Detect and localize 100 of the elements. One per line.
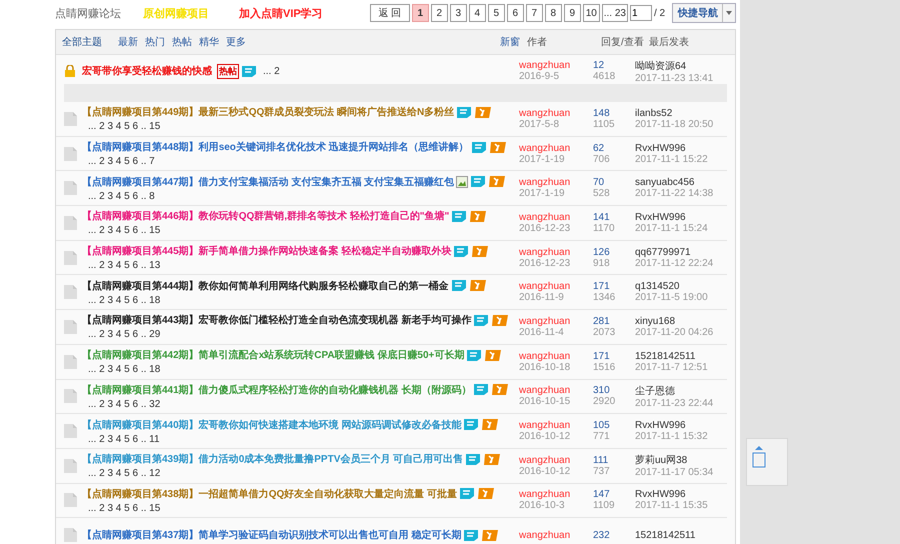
page-input[interactable]: 1 — [630, 5, 652, 21]
page-button[interactable]: 3 — [450, 4, 467, 22]
page-links[interactable]: ... 2 3 4 5 6 .. 18 — [88, 364, 519, 376]
page-button[interactable]: 7 — [526, 4, 543, 22]
page-links[interactable]: ... 2 3 4 5 6 .. 15 — [88, 502, 519, 514]
thread-title[interactable]: 【点睛网赚项目第438期】一招超简单借力QQ好友全自动化获取大量定向流量 可批量 — [82, 486, 458, 501]
author-link[interactable]: wangzhuan — [519, 246, 593, 258]
page-button[interactable]: 6 — [506, 4, 524, 22]
thread-title[interactable]: 【点睛网赚项目第439期】借力活动0成本免费批量撸PPTV会员三个月 可自己用可出售 — [82, 452, 464, 466]
thread-title[interactable]: 【点睛网赚项目第437期】简单学习验证码自动识别技术可以出售也可自用 稳定可长期 — [82, 528, 462, 542]
view-count: 528 — [593, 188, 611, 200]
author-link[interactable]: wangzhuan — [519, 350, 593, 362]
author-link[interactable]: wangzhuan — [519, 60, 593, 71]
filter-tab[interactable]: 最新 — [118, 35, 138, 49]
author-link[interactable]: wangzhuan — [519, 454, 593, 466]
view-count: 1346 — [593, 292, 616, 304]
page-links[interactable]: ... 2 3 4 5 6 .. 11 — [88, 434, 519, 445]
last-poster[interactable]: sanyuabc456 — [635, 177, 727, 188]
thread-title[interactable]: 【点睛网赚项目第447期】借力支付宝集福活动 支付宝集齐五福 支付宝集五福赚红包 — [82, 174, 454, 189]
page-button[interactable]: 10 — [582, 4, 600, 22]
thread-title[interactable]: 【点睛网赚项目第446期】教你玩转QQ群营销,群排名等技术 轻松打造自己的"鱼塘" — [82, 209, 450, 224]
last-poster[interactable]: qq67799971 — [635, 246, 727, 258]
new-window-toggle[interactable]: 新窗 — [500, 35, 527, 49]
page-button[interactable]: 1 — [412, 4, 429, 22]
page-button[interactable]: ... 23 — [602, 4, 628, 22]
thread-title[interactable]: 【点睛网赚项目第445期】新手简单借力操作网站快速备案 轻松稳定半自动赚取外块 — [82, 244, 452, 258]
author-link[interactable]: wangzhuan — [519, 212, 593, 223]
last-poster[interactable]: RvxHW996 — [635, 212, 727, 223]
last-poster[interactable]: ilanbs52 — [635, 108, 727, 119]
page-links[interactable]: ... 2 3 4 5 6 .. 32 — [88, 398, 519, 410]
author-link[interactable]: wangzhuan — [519, 281, 593, 292]
thread-title[interactable]: 【点睛网赚项目第441期】借力傻瓜式程序轻松打造你的自动化赚钱机器 长期（附源码） — [82, 382, 472, 397]
reply-count: 62 — [593, 142, 606, 154]
page-links[interactable]: ... 2 3 4 5 6 .. 13 — [88, 260, 519, 272]
author-link[interactable]: wangzhuan — [519, 420, 593, 432]
view-count: 706 — [593, 154, 611, 165]
page-button[interactable]: 2 — [430, 4, 448, 22]
view-count: 1105 — [593, 118, 616, 130]
thread-title[interactable]: 【点睛网赚项目第448期】利用seo关键词排名优化技术 迅速提升网站排名（思维讲解） — [82, 140, 469, 154]
page-links[interactable]: ... 2 3 4 5 6 .. 7 — [88, 156, 519, 168]
column-header: 回复/查看 — [601, 36, 645, 49]
post-date: 2016-10-12 — [519, 466, 572, 477]
page-links[interactable]: ... 2 — [263, 66, 280, 76]
page-button[interactable]: 5 — [488, 4, 505, 22]
author-link[interactable]: wangzhuan — [519, 108, 593, 119]
page-links[interactable]: ... 2 3 4 5 6 .. 15 — [88, 121, 519, 132]
top-link[interactable]: 加入点睛VIP学习 — [239, 6, 323, 20]
thread-title[interactable]: 宏哥带你享受轻松赚钱的快感 — [82, 64, 212, 78]
filter-tab[interactable]: 热门 — [145, 35, 165, 49]
reply-count: 141 — [593, 212, 611, 223]
page-links[interactable]: ... 2 3 4 5 6 .. 12 — [88, 468, 519, 480]
author-link[interactable]: wangzhuan — [519, 316, 593, 327]
last-poster[interactable]: 尘子恩德 — [635, 384, 727, 398]
last-poster[interactable]: RvxHW996 — [635, 489, 727, 500]
thread-title[interactable]: 【点睛网赚项目第449期】最新三秒式QQ群成员裂变玩法 瞬间将广告推送给N多粉丝 — [82, 105, 454, 120]
last-poster[interactable]: 呦呦资源64 — [635, 58, 727, 72]
author-link[interactable]: wangzhuan — [519, 530, 593, 541]
hot-badge-icon — [484, 348, 502, 362]
thread-title[interactable]: 【点睛网赚项目第444期】教你如何简单利用网络代购服务轻松赚取自己的第一桶金 — [82, 278, 449, 293]
last-poster[interactable]: xinyu168 — [635, 316, 727, 327]
thread-icon — [64, 181, 76, 196]
page-links[interactable]: ... 2 3 4 5 6 .. 15 — [88, 225, 519, 236]
author-link[interactable]: wangzhuan — [519, 177, 593, 188]
page-button[interactable]: 4 — [468, 4, 486, 22]
last-poster[interactable]: 萝莉uu网38 — [635, 453, 727, 468]
filter-tab[interactable]: 全部主题 — [62, 35, 102, 49]
top-link[interactable]: 点睛网赚论坛 — [55, 6, 121, 20]
thread-title[interactable]: 【点睛网赚项目第442期】简单引流配合x站系统玩转CPA联盟赚钱 保底日赚50+可长期 — [82, 348, 464, 362]
page-links[interactable]: ... 2 3 4 5 6 .. 29 — [88, 329, 519, 340]
author-link[interactable]: wangzhuan — [519, 489, 593, 500]
filter-tab[interactable]: 精华 — [199, 35, 219, 49]
thread-icon — [64, 250, 76, 265]
page-links[interactable]: ... 2 3 4 5 6 .. 18 — [88, 294, 519, 306]
digest-badge-icon — [450, 279, 467, 292]
image-attachment-icon — [456, 176, 468, 188]
page-button[interactable]: 8 — [544, 4, 562, 22]
author-link[interactable]: wangzhuan — [519, 385, 593, 396]
page-links[interactable]: ... 2 3 4 5 6 .. 8 — [88, 190, 519, 202]
reply-count: 70 — [593, 177, 606, 188]
thread-title[interactable]: 【点睛网赚项目第443期】宏哥教你低门槛轻松打造全自动色流变现机器 新老手均可操作 — [82, 313, 472, 328]
filter-tab[interactable]: 热帖 — [172, 35, 192, 49]
author-link[interactable]: wangzhuan — [519, 142, 593, 154]
column-header: 作者 — [527, 36, 548, 49]
filter-tab[interactable]: 更多 — [226, 35, 246, 49]
last-poster[interactable]: 15218142511 — [635, 350, 727, 362]
thread-icon — [64, 146, 76, 161]
last-poster[interactable]: q1314520 — [635, 281, 727, 292]
back-button[interactable]: 返 回 — [370, 4, 410, 22]
page-button[interactable]: 9 — [564, 4, 581, 22]
last-poster[interactable]: RvxHW996 — [635, 142, 727, 154]
digest-badge-icon — [456, 106, 472, 119]
quick-nav-button[interactable]: 快捷导航 — [672, 3, 736, 23]
back-to-top-icon — [751, 445, 767, 469]
last-poster[interactable]: RvxHW996 — [635, 420, 727, 432]
thread-title[interactable]: 【点睛网赚项目第440期】宏哥教你如何快速搭建本地环境 网站源码调试修改必备技能 — [82, 418, 462, 432]
thread-icon — [64, 389, 76, 404]
last-poster[interactable]: 15218142511 — [635, 530, 727, 541]
back-to-top-button[interactable] — [746, 438, 788, 486]
digest-badge-icon — [473, 314, 490, 327]
digest-badge-icon — [459, 487, 476, 500]
